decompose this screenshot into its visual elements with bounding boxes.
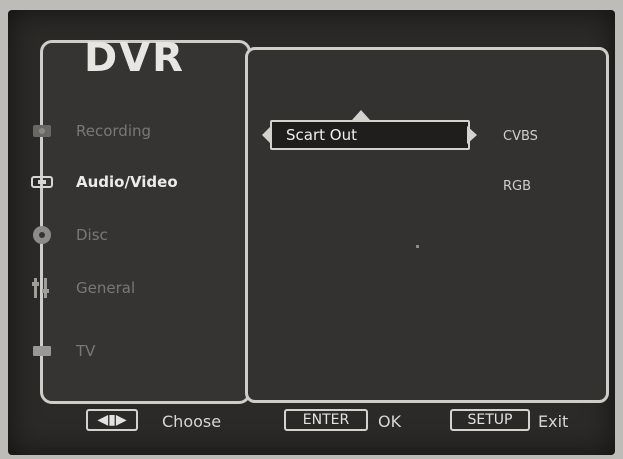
enter-key-button[interactable]: ENTER	[284, 409, 368, 431]
footer-bar: ◀▮▶ Choose ENTER OK SETUP Exit	[86, 403, 586, 439]
menu-item-recording[interactable]: Recording	[28, 116, 203, 146]
page-title: DVR	[84, 35, 185, 81]
audio-video-icon	[28, 171, 56, 193]
menu-label-audio-video: Audio/Video	[76, 173, 178, 191]
choose-key-button[interactable]: ◀▮▶	[86, 409, 138, 431]
scart-out-setting[interactable]: Scart Out	[270, 120, 470, 150]
general-icon	[28, 277, 56, 299]
cursor-dot	[416, 245, 419, 248]
option-rgb[interactable]: RGB	[503, 179, 531, 194]
menu-item-disc[interactable]: Disc	[28, 220, 203, 250]
option-cvbs[interactable]: CVBS	[503, 129, 538, 144]
arrow-right-icon[interactable]	[467, 126, 477, 144]
menu-label-general: General	[76, 279, 136, 297]
menu-label-tv: TV	[76, 342, 96, 360]
setup-hint: Exit	[538, 412, 569, 431]
settings-panel: Scart Out CVBS RGB	[245, 47, 609, 403]
menu-item-audio-video[interactable]: Audio/Video	[28, 167, 203, 197]
choose-hint: Choose	[162, 412, 222, 431]
dvr-screen: DVR Recording Audio/Video Disc General T…	[8, 10, 615, 455]
disc-icon	[28, 224, 56, 246]
menu-label-disc: Disc	[76, 226, 108, 244]
menu-label-recording: Recording	[76, 122, 152, 140]
tv-icon	[28, 340, 56, 362]
enter-hint: OK	[378, 412, 402, 431]
arrow-up-icon[interactable]	[352, 110, 370, 120]
setup-key-button[interactable]: SETUP	[450, 409, 530, 431]
record-icon	[28, 120, 56, 142]
menu-item-tv[interactable]: TV	[28, 336, 203, 366]
scart-out-label: Scart Out	[286, 126, 357, 144]
menu-item-general[interactable]: General	[28, 273, 203, 303]
